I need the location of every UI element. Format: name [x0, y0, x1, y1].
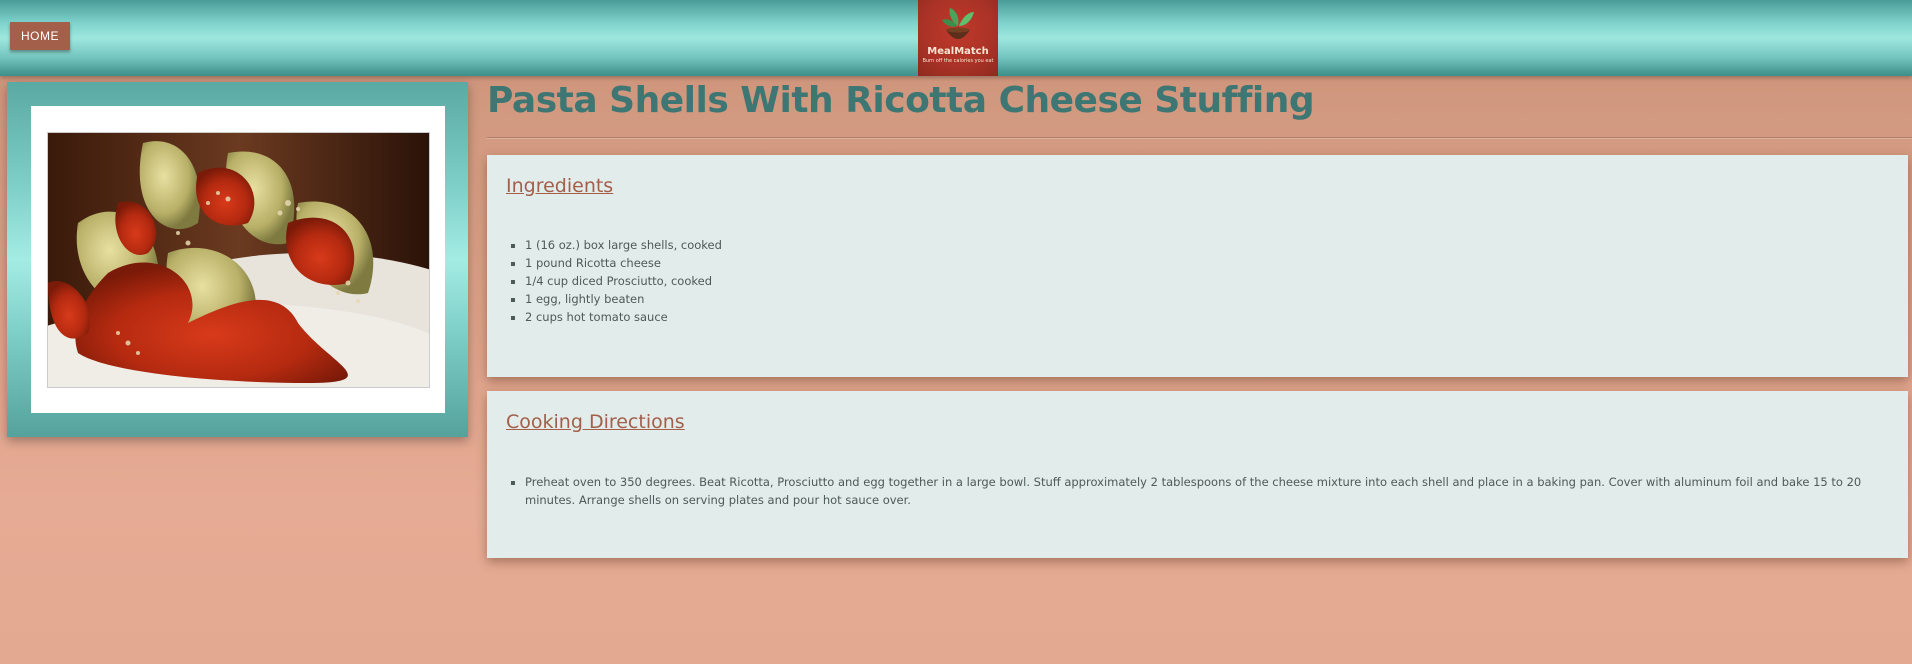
ingredients-heading: Ingredients	[506, 175, 614, 197]
logo-name: MealMatch	[927, 46, 989, 57]
home-button[interactable]: HOME	[10, 22, 70, 50]
directions-list: Preheat oven to 350 degrees. Beat Ricott…	[525, 473, 1865, 509]
recipe-photo	[47, 132, 430, 388]
ingredients-card: Ingredients 1 (16 oz.) box large shells,…	[487, 155, 1908, 377]
logo-tagline: Burn off the calories you eat	[922, 58, 994, 64]
list-item: Preheat oven to 350 degrees. Beat Ricott…	[525, 473, 1865, 509]
leaf-bowl-icon	[942, 8, 974, 39]
recipe-title: Pasta Shells With Ricotta Cheese Stuffin…	[487, 80, 1315, 121]
recipe-photo-frame	[7, 82, 468, 437]
directions-card: Cooking Directions Preheat oven to 350 d…	[487, 391, 1908, 558]
top-nav-bar: HOME MealMatch Burn off the calories you…	[0, 0, 1912, 76]
list-item: 1 pound Ricotta cheese	[525, 254, 722, 272]
list-item: 1 (16 oz.) box large shells, cooked	[525, 236, 722, 254]
ingredients-list: 1 (16 oz.) box large shells, cooked 1 po…	[525, 236, 722, 326]
mealmatch-logo[interactable]: MealMatch Burn off the calories you eat	[918, 0, 998, 76]
list-item: 2 cups hot tomato sauce	[525, 308, 722, 326]
title-divider	[487, 137, 1912, 139]
list-item: 1 egg, lightly beaten	[525, 290, 722, 308]
list-item: 1/4 cup diced Prosciutto, cooked	[525, 272, 722, 290]
photo-matte	[31, 106, 445, 413]
directions-heading: Cooking Directions	[506, 411, 685, 433]
